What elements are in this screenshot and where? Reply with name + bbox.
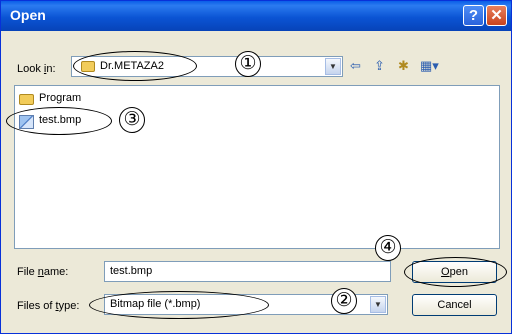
dialog-title: Open — [10, 7, 46, 23]
look-in-dropdown-arrow[interactable]: ▼ — [325, 58, 341, 75]
callout-1: ① — [235, 51, 261, 77]
files-of-type-label: Files of type: — [17, 300, 80, 312]
up-folder-icon[interactable]: ⇪ — [374, 58, 385, 74]
new-folder-icon[interactable]: ✱ — [398, 58, 409, 74]
callout-3: ③ — [119, 107, 145, 133]
folder-icon — [19, 94, 34, 105]
callout-4: ④ — [375, 235, 401, 261]
file-name: Program — [39, 92, 82, 104]
back-icon[interactable]: ⇦ — [350, 58, 361, 74]
callout-2: ② — [331, 288, 357, 314]
file-name-value: test.bmp — [110, 265, 153, 277]
title-bar: Open ? ✕ — [1, 1, 511, 31]
annotation-ellipse-4 — [404, 257, 507, 287]
view-menu-icon[interactable]: ▦▾ — [420, 58, 439, 74]
help-button[interactable]: ? — [463, 5, 484, 26]
file-name-field[interactable]: test.bmp — [104, 261, 391, 282]
open-dialog: Open ? ✕ Look in: Dr.METAZA2 ▼ ⇦ ⇪ ✱ ▦▾ … — [0, 0, 512, 334]
files-of-type-dropdown-arrow[interactable]: ▼ — [370, 296, 386, 313]
annotation-ellipse-3 — [6, 107, 112, 135]
look-in-label: Look in: — [17, 63, 56, 75]
file-name-label: File name: — [17, 266, 69, 278]
close-button[interactable]: ✕ — [486, 5, 507, 26]
annotation-ellipse-1 — [73, 51, 197, 81]
annotation-ellipse-2 — [89, 291, 269, 319]
cancel-button[interactable]: Cancel — [412, 294, 497, 316]
